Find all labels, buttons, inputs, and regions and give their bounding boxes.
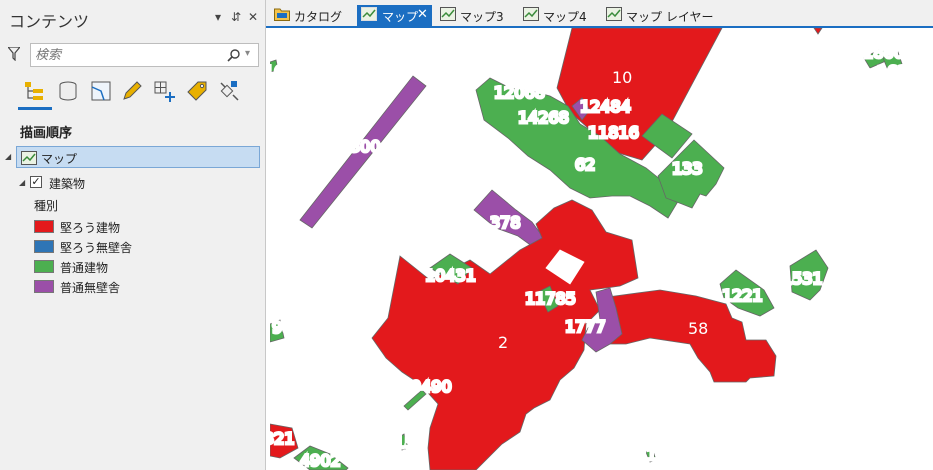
list-by-snapping-icon[interactable]: [149, 76, 179, 106]
legend-swatch: [34, 260, 54, 273]
view-tab-bar: カタログ マップ ✕ マップ3 マップ4 マップ レイヤー: [266, 0, 933, 28]
tab-map3[interactable]: マップ3: [440, 6, 520, 26]
map-feature-label: 9490: [411, 377, 452, 396]
filter-icon[interactable]: [6, 46, 22, 65]
map-feature-label: 11785: [525, 289, 576, 308]
map-feature-label: 1221: [722, 286, 763, 305]
tab-label: マップ4: [543, 10, 587, 24]
list-by-drawing-order-icon[interactable]: [19, 76, 49, 106]
search-input[interactable]: [35, 46, 215, 64]
list-by-editing-icon[interactable]: [117, 76, 147, 106]
map-tree-item[interactable]: マップ: [16, 146, 260, 168]
legend-swatch: [34, 280, 54, 293]
map-feature-label: 12484: [580, 97, 631, 116]
map-icon: [361, 7, 377, 24]
map-icon: [523, 7, 539, 24]
tab-map[interactable]: マップ ✕: [357, 5, 432, 26]
tab-label: マップ3: [460, 10, 504, 24]
map-icon: [440, 7, 456, 24]
close-tab-icon[interactable]: ✕: [417, 7, 428, 22]
contents-pane-header: コンテンツ ▾ ⇵ ✕: [0, 0, 266, 36]
tab-label: マップ: [382, 10, 419, 24]
search-icon[interactable]: [227, 48, 241, 67]
legend-label: 普通無壁舎: [60, 281, 121, 295]
map-feature-label: 9660: [272, 318, 313, 337]
catalog-icon: [274, 7, 290, 24]
map-feature-label: 1777: [565, 317, 606, 336]
contents-toolbar: [16, 76, 256, 110]
tab-map4[interactable]: マップ4: [523, 6, 603, 26]
legend-swatch: [34, 220, 54, 233]
map-feature-label: 14268: [518, 108, 569, 127]
active-tool-indicator: [18, 107, 52, 110]
map-feature-label: 16295: [877, 62, 928, 81]
map-feature-label: 321: [270, 429, 295, 448]
layer-tree-item-label[interactable]: 建築物: [49, 175, 85, 192]
search-box: ▾: [30, 43, 259, 67]
map-feature-label: 15156: [374, 433, 425, 452]
map-icon: [21, 150, 37, 169]
map-feature-label: 62: [575, 155, 595, 174]
map-feature-label: 12153: [626, 445, 677, 464]
map-feature-label: 133: [672, 159, 703, 178]
map-feature-label: 12068: [494, 83, 545, 102]
map-canvas[interactable]: 73 11860 15176 16295 16017 16 10 12068 12484 1426…: [270, 28, 933, 470]
map-feature-label: 15176: [821, 66, 872, 85]
legend-label: 普通建物: [60, 261, 109, 275]
map-expander-icon[interactable]: ◢: [5, 152, 11, 161]
pane-pin-button[interactable]: ⇵: [231, 10, 241, 24]
tab-catalog[interactable]: カタログ: [274, 6, 352, 26]
map-icon: [606, 7, 622, 24]
map-feature-label: 16: [270, 62, 284, 81]
map-feature-label: 378: [490, 213, 521, 232]
contents-pane: コンテンツ ▾ ⇵ ✕ ▾: [0, 0, 266, 470]
map-feature-label: 12832: [270, 345, 319, 364]
list-by-perspective-icon[interactable]: [214, 76, 244, 106]
drawing-order-heading: 描画順序: [20, 126, 73, 141]
legend-label: 堅ろう無壁舎: [60, 241, 133, 255]
list-by-data-source-icon[interactable]: [53, 76, 83, 106]
tab-map-layer[interactable]: マップ レイヤー: [606, 6, 726, 26]
legend-label: 堅ろう建物: [60, 221, 121, 235]
map-feature-label: 1531: [782, 269, 823, 288]
layer-expander-icon[interactable]: ◢: [19, 178, 25, 187]
chevron-down-icon[interactable]: ▾: [245, 48, 250, 59]
symbology-field-label: 種別: [34, 199, 59, 213]
map-feature-label: 300: [350, 137, 381, 156]
map-feature-label: 2: [498, 333, 508, 352]
map-tree-item-label: マップ: [41, 152, 78, 166]
pane-options-button[interactable]: ▾: [215, 10, 221, 24]
map-feature-label: 10431: [425, 266, 476, 285]
map-feature-label: 4902: [300, 451, 341, 470]
layer-visibility-checkbox[interactable]: ✓: [30, 176, 42, 188]
building-polygon[interactable]: [813, 28, 823, 35]
map-feature-label: 11363: [540, 413, 591, 432]
map-feature-label: 16017: [854, 94, 905, 113]
map-feature-label: 11816: [588, 123, 639, 142]
map-feature-label: 58: [688, 319, 708, 338]
legend-swatch: [34, 240, 54, 253]
list-by-selection-icon[interactable]: [86, 76, 116, 106]
map-feature-label: 10: [612, 68, 632, 87]
contents-pane-title: コンテンツ: [9, 12, 90, 31]
pane-close-button[interactable]: ✕: [248, 10, 258, 24]
map-feature-label: 73: [822, 29, 842, 48]
map-feature-label: 11860: [853, 43, 904, 62]
list-by-labeling-icon[interactable]: [182, 76, 212, 106]
map-view[interactable]: 73 11860 15176 16295 16017 16 10 12068 12484 1426…: [270, 28, 933, 470]
tab-label: マップ レイヤー: [626, 10, 714, 24]
tab-label: カタログ: [294, 10, 343, 24]
